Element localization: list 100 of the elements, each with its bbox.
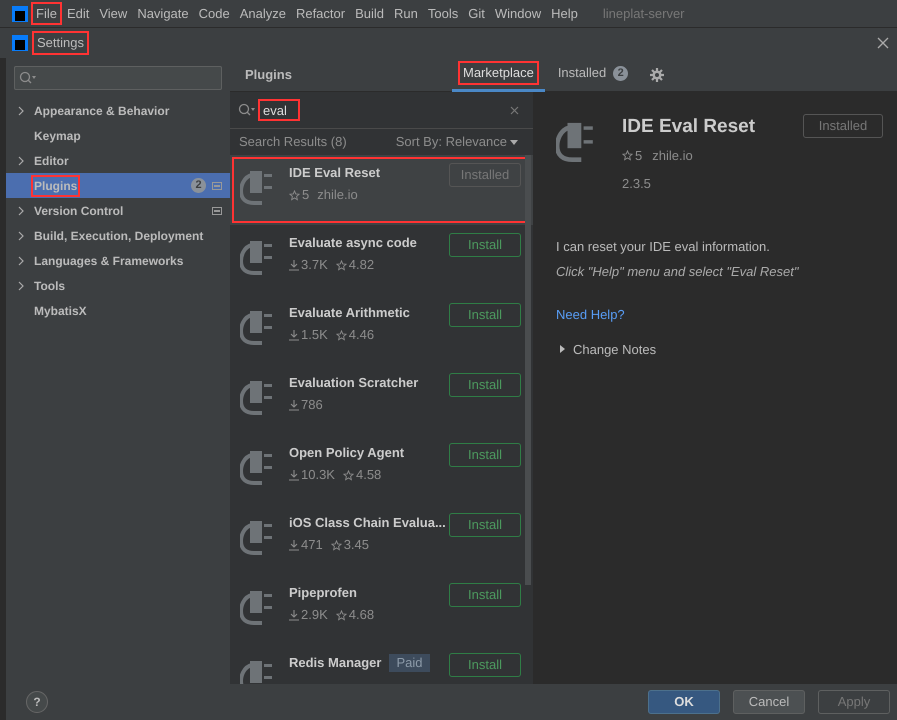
- star-icon: [336, 610, 347, 620]
- app-logo-icon: [12, 35, 28, 51]
- download-count: 10.3K: [301, 466, 335, 484]
- download-icon: [289, 470, 299, 480]
- results-count: Search Results (8): [239, 133, 347, 152]
- section-title: Plugins: [245, 66, 293, 84]
- menu-item[interactable]: File: [33, 4, 60, 24]
- sidebar-search-field[interactable]: [14, 66, 222, 90]
- plugin-name: Evaluation Scratcher: [289, 374, 418, 392]
- app-logo-icon: [12, 6, 28, 22]
- install-button[interactable]: Install: [449, 443, 521, 467]
- clear-icon[interactable]: [510, 106, 519, 114]
- install-button[interactable]: Install: [449, 303, 521, 327]
- sidebar-item[interactable]: Languages & Frameworks: [6, 248, 230, 273]
- menu-item[interactable]: Tools: [424, 4, 462, 24]
- sidebar-item[interactable]: Appearance & Behavior: [6, 98, 230, 123]
- install-button[interactable]: Install: [449, 373, 521, 397]
- sidebar-item-label: MybatisX: [33, 302, 88, 320]
- rating: 4.46: [348, 326, 374, 344]
- download-count: 471: [301, 536, 323, 554]
- sidebar-item-label: Keymap: [33, 128, 82, 144]
- plugin-description: I can reset your IDE eval information.: [556, 238, 771, 256]
- plugin-name: Evaluate async code: [289, 234, 417, 252]
- rating: 4.82: [348, 256, 374, 274]
- plugin-name: Open Policy Agent: [289, 444, 404, 462]
- menu-item[interactable]: Edit: [64, 4, 92, 24]
- sidebar-item[interactable]: Keymap: [6, 123, 230, 148]
- tab[interactable]: Installed 2: [546, 58, 636, 92]
- rating: 5: [635, 147, 642, 165]
- install-button[interactable]: Install: [449, 653, 521, 677]
- dropdown-arrow-icon: [510, 140, 518, 144]
- sidebar-item-label: Build, Execution, Deployment: [33, 228, 204, 244]
- plugin-row[interactable]: Open Policy Agent 10.3K 4.58 Install: [230, 435, 533, 505]
- menu-item[interactable]: Git: [465, 4, 488, 24]
- plugin-row[interactable]: IDE Eval Reset 5 zhile.io Installed: [230, 155, 533, 225]
- plugin-row[interactable]: Evaluation Scratcher 786 Install: [230, 365, 533, 435]
- help-button[interactable]: ?: [26, 691, 48, 713]
- sidebar-item-label: Editor: [33, 152, 70, 170]
- install-button[interactable]: Install: [449, 233, 521, 257]
- help-link[interactable]: Need Help?: [556, 305, 625, 324]
- sidebar-item[interactable]: Tools: [6, 273, 230, 298]
- scrollbar[interactable]: [525, 155, 531, 585]
- sidebar-item[interactable]: Build, Execution, Deployment: [6, 223, 230, 248]
- star-icon: [289, 190, 300, 200]
- plugin-name: Evaluate Arithmetic: [289, 304, 410, 322]
- project-name: lineplat-server: [602, 4, 685, 23]
- cancel-button[interactable]: Cancel: [733, 690, 805, 714]
- plugin-row[interactable]: Evaluate async code 3.7K 4.82 Install: [230, 225, 533, 295]
- menu-item[interactable]: Navigate: [134, 4, 192, 24]
- settings-icon[interactable]: [650, 68, 664, 82]
- sort-dropdown[interactable]: Sort By: Relevance: [396, 132, 518, 152]
- menu-item[interactable]: Refactor: [292, 4, 348, 24]
- rating: 5: [302, 186, 310, 204]
- close-icon[interactable]: [877, 37, 889, 49]
- menu-item[interactable]: Code: [196, 4, 233, 24]
- rating: 3.45: [344, 536, 370, 554]
- installed-button[interactable]: Installed: [803, 114, 883, 138]
- plugin-row[interactable]: iOS Class Chain Evalua... 471 3.45 Install: [230, 505, 533, 575]
- tab[interactable]: Marketplace: [452, 58, 545, 92]
- ok-button[interactable]: OK: [648, 690, 720, 714]
- plugin-search-input[interactable]: eval: [258, 99, 300, 121]
- plugin-row[interactable]: Redis Manager Paid Install: [230, 645, 533, 684]
- download-count: 786: [301, 396, 323, 414]
- menu-item[interactable]: Help: [548, 4, 581, 24]
- install-button[interactable]: Install: [449, 513, 521, 537]
- paid-tag: Paid: [389, 654, 430, 672]
- sidebar-item-label: Languages & Frameworks: [33, 252, 184, 270]
- sidebar-item-label: Tools: [33, 278, 66, 294]
- star-icon: [336, 330, 347, 340]
- download-count: 1.5K: [301, 326, 328, 344]
- search-icon: [238, 103, 256, 117]
- expand-triangle-icon: [560, 345, 565, 354]
- rating: 4.68: [348, 606, 374, 624]
- menu-item[interactable]: Analyze: [236, 4, 289, 24]
- vendor-name: zhile.io: [652, 147, 693, 165]
- rating: 4.58: [356, 466, 382, 484]
- sidebar-item-label: Appearance & Behavior: [33, 102, 170, 120]
- plugin-row[interactable]: Pipeprofen 2.9K 4.68 Install: [230, 575, 533, 645]
- sidebar-item[interactable]: Editor: [6, 148, 230, 173]
- vendor-name: zhile.io: [317, 186, 358, 204]
- menu-item[interactable]: Build: [352, 4, 388, 24]
- plugin-name: IDE Eval Reset: [289, 164, 380, 182]
- install-button[interactable]: Install: [449, 583, 521, 607]
- sidebar-item[interactable]: MybatisX: [6, 298, 230, 323]
- menu-item[interactable]: Window: [492, 4, 544, 24]
- star-icon: [342, 470, 354, 480]
- download-icon: [289, 540, 299, 550]
- download-count: 3.7K: [301, 256, 328, 274]
- sidebar-item[interactable]: Plugins 2: [6, 173, 230, 198]
- count-badge: 2: [191, 178, 206, 193]
- change-notes-toggle[interactable]: Change Notes: [560, 340, 656, 359]
- download-count: 2.9K: [301, 606, 328, 624]
- sidebar-item[interactable]: Version Control: [6, 198, 230, 223]
- plugin-row[interactable]: Evaluate Arithmetic 1.5K 4.46 Install: [230, 295, 533, 365]
- download-icon: [289, 610, 299, 620]
- menu-item[interactable]: Run: [391, 4, 421, 24]
- window-title: Settings: [34, 33, 87, 53]
- star-icon: [330, 540, 342, 550]
- search-icon: [19, 71, 37, 85]
- menu-item[interactable]: View: [96, 4, 130, 24]
